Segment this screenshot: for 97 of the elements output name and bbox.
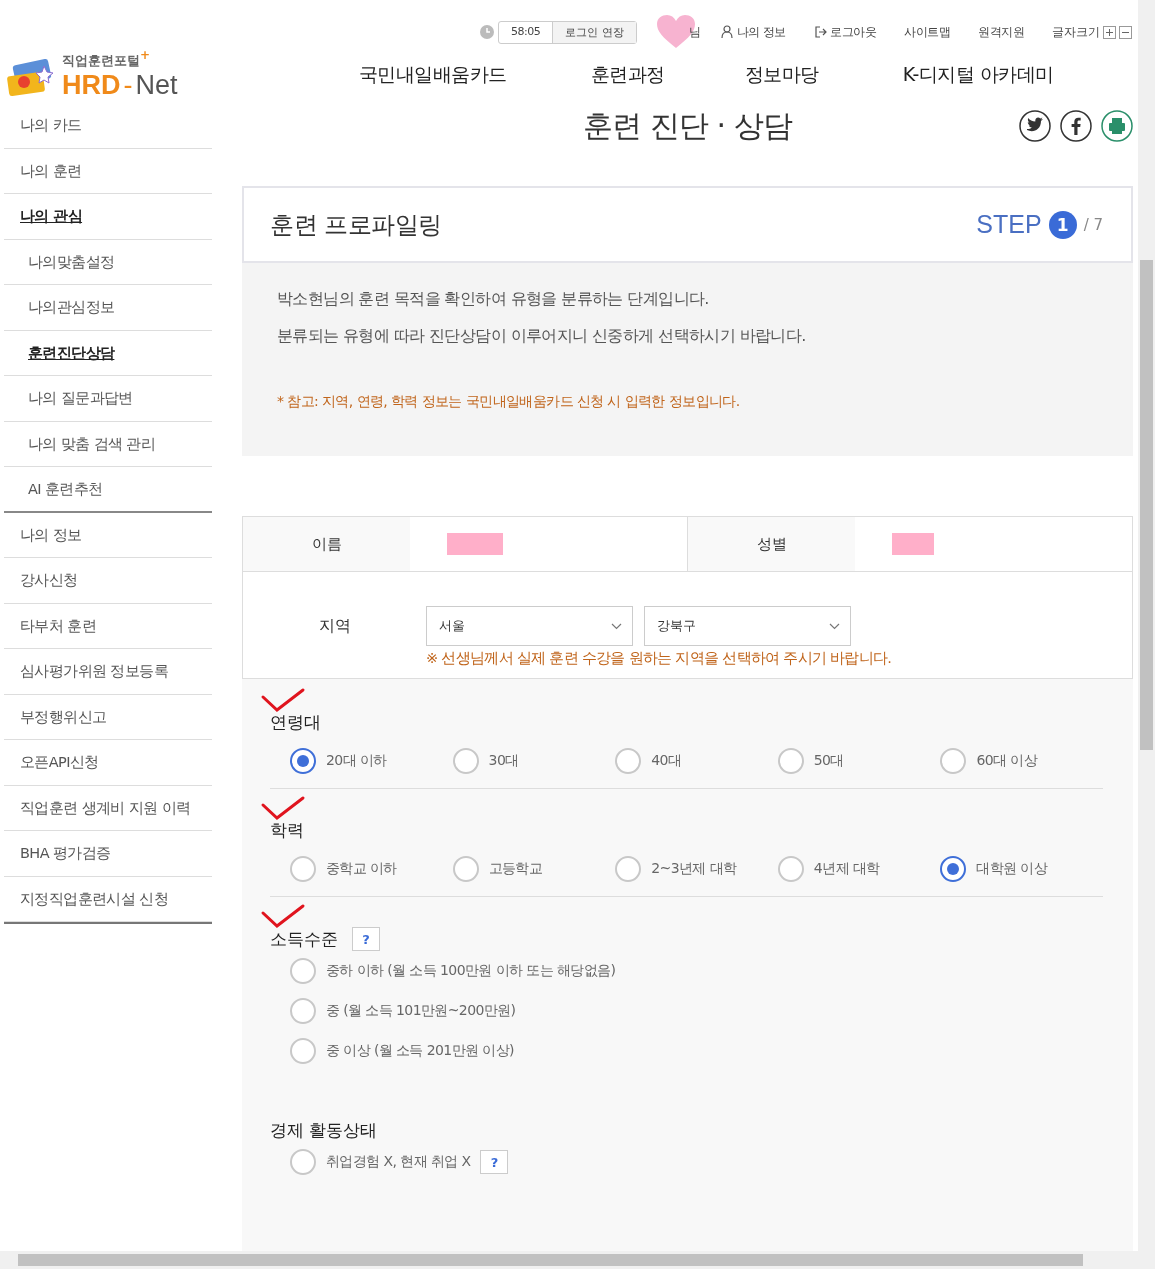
option-label: 4년제 대학 — [813, 860, 880, 878]
radio-button[interactable] — [615, 856, 642, 882]
redaction-mark — [447, 533, 503, 555]
radio-button[interactable] — [940, 748, 967, 774]
radio-button[interactable] — [290, 958, 316, 984]
sidebar-item[interactable]: 강사신청 — [4, 558, 212, 604]
user-name-suffix: 님 — [688, 23, 701, 41]
region-label: 지역 — [317, 615, 352, 637]
top-link[interactable]: 나의 정보 — [720, 23, 786, 41]
question-title: 소득수준 — [270, 927, 338, 951]
question-title: 학력 — [270, 819, 304, 842]
zoom-out-icon[interactable] — [1119, 25, 1132, 39]
radio-button[interactable] — [615, 748, 642, 774]
top-link[interactable]: 로그아웃 — [814, 23, 876, 41]
nav-menu-item[interactable]: K-디지털 아카데미 — [902, 62, 1054, 88]
table-header-cell: 이름 — [243, 517, 410, 571]
font-size-label: 글자크기 — [1052, 23, 1100, 41]
intro-text: 박소현님의 훈련 목적을 확인하여 유형을 분류하는 단계입니다. — [277, 289, 710, 310]
intro-text: 분류되는 유형에 따라 진단상담이 이루어지니 신중하게 선택하시기 바랍니다. — [277, 326, 807, 347]
radio-button[interactable] — [290, 1038, 316, 1064]
sidebar-item[interactable]: 심사평가위원 정보등록 — [4, 649, 212, 695]
radio-button[interactable] — [777, 856, 804, 882]
chevron-down-icon — [611, 622, 622, 630]
nav-menu-item[interactable]: 국민내일배움카드 — [358, 62, 507, 88]
option-label: 20대 이하 — [326, 752, 387, 770]
option-label: 50대 — [813, 752, 844, 770]
nav-menu-item[interactable]: 훈련과정 — [590, 62, 665, 88]
logo-wordmark: Net — [135, 70, 178, 100]
logo-wordmark: HRD — [62, 70, 121, 100]
help-button[interactable]: ? — [480, 1150, 509, 1174]
sidebar-item[interactable]: AI 훈련추천 — [4, 467, 212, 513]
sidebar-item[interactable]: 훈련진단상담 — [4, 330, 212, 376]
option-label: 중하 이하 (월 소득 100만원 이하 또는 해당없음) — [326, 962, 616, 980]
note-text: * 참고: 지역, 연령, 학력 정보는 국민내일배움카드 신청 시 입력한 정보입니다. — [277, 393, 741, 411]
option-label: 중 이상 (월 소득 201만원 이상) — [326, 1042, 514, 1060]
logo-plus: + — [140, 48, 151, 64]
option-label: 대학원 이상 — [976, 860, 1048, 878]
radio-button[interactable] — [452, 748, 479, 774]
option-label: 2~3년제 대학 — [651, 860, 737, 878]
option-label: 고등학교 — [488, 860, 543, 878]
sidebar-item[interactable]: 오픈API신청 — [4, 740, 212, 786]
step-number-badge: 1 — [1048, 210, 1077, 239]
horizontal-scrollbar[interactable] — [0, 1251, 1155, 1269]
dropdown[interactable]: 서울 — [426, 606, 633, 646]
sidebar-item[interactable]: 부정행위신고 — [4, 694, 212, 740]
session-timer: 58:05 — [509, 23, 542, 40]
radio-button[interactable] — [290, 748, 316, 774]
sidebar-item[interactable]: 나의 정보 — [4, 512, 212, 558]
vertical-scrollbar[interactable] — [1138, 0, 1155, 1251]
section-title: 훈련 프로파일링 — [270, 209, 442, 241]
extend-login-button[interactable]: 로그인 연장 — [552, 21, 636, 43]
radio-button[interactable] — [290, 1149, 316, 1175]
sidebar-item[interactable]: 나의 맞춤 검색 관리 — [4, 421, 212, 467]
top-link[interactable]: 사이트맵 — [904, 23, 950, 41]
sidebar-item[interactable]: BHA 평가검증 — [4, 831, 212, 877]
help-button[interactable]: ? — [352, 927, 380, 951]
person-icon — [720, 25, 734, 39]
option-label: 중학교 이하 — [326, 860, 397, 878]
table-header-cell: 성별 — [688, 517, 855, 571]
clock-icon — [479, 25, 494, 39]
option-label: 중 (월 소득 101만원~200만원) — [326, 1002, 516, 1020]
facebook-icon[interactable] — [1060, 110, 1092, 142]
sidebar-item[interactable]: 나의 훈련 — [4, 148, 212, 194]
top-link[interactable]: 원격지원 — [978, 23, 1024, 41]
radio-button[interactable] — [777, 748, 804, 774]
logo-caption: 직업훈련포털 — [62, 52, 140, 70]
option-label: 60대 이상 — [976, 752, 1038, 770]
radio-button[interactable] — [290, 856, 316, 882]
question-title: 경제 활동상태 — [270, 1119, 378, 1142]
sidebar-item[interactable]: 나의 관심 — [4, 194, 212, 240]
sidebar-item[interactable]: 직업훈련 생계비 지원 이력 — [4, 785, 212, 831]
option-label: 30대 — [488, 752, 519, 770]
sidebar-item[interactable]: 나의 카드 — [4, 103, 212, 149]
redaction-mark — [892, 533, 934, 555]
question-title: 연령대 — [270, 711, 321, 734]
zoom-in-icon[interactable] — [1103, 25, 1116, 39]
option-label: 취업경험 X, 현재 취업 X — [326, 1153, 471, 1171]
twitter-icon[interactable] — [1019, 110, 1051, 142]
radio-button[interactable] — [290, 998, 316, 1024]
step-label: STEP — [976, 210, 1042, 239]
logo-dash: - — [123, 70, 133, 100]
region-note: ※ 선생님께서 실제 훈련 수강을 원하는 지역을 선택하여 주시기 바랍니다. — [426, 649, 892, 668]
sidebar-item[interactable]: 지정직업훈련시설 신청 — [4, 876, 212, 922]
sidebar-item[interactable]: 타부처 훈련 — [4, 603, 212, 649]
sidebar-item[interactable]: 나의맞춤설정 — [4, 239, 212, 285]
option-label: 40대 — [651, 752, 682, 770]
radio-button[interactable] — [452, 856, 479, 882]
print-icon[interactable] — [1101, 110, 1133, 142]
radio-button[interactable] — [940, 856, 967, 882]
logout-icon — [814, 25, 827, 39]
page-title: 훈련 진단 · 상담 — [583, 107, 792, 145]
sidebar-item[interactable]: 나의관심정보 — [4, 285, 212, 331]
nav-menu-item[interactable]: 정보마당 — [744, 62, 819, 88]
step-total: / 7 — [1083, 215, 1103, 234]
dropdown[interactable]: 강북구 — [644, 606, 851, 646]
sidebar-item[interactable]: 나의 질문과답변 — [4, 376, 212, 422]
chevron-down-icon — [829, 622, 840, 630]
